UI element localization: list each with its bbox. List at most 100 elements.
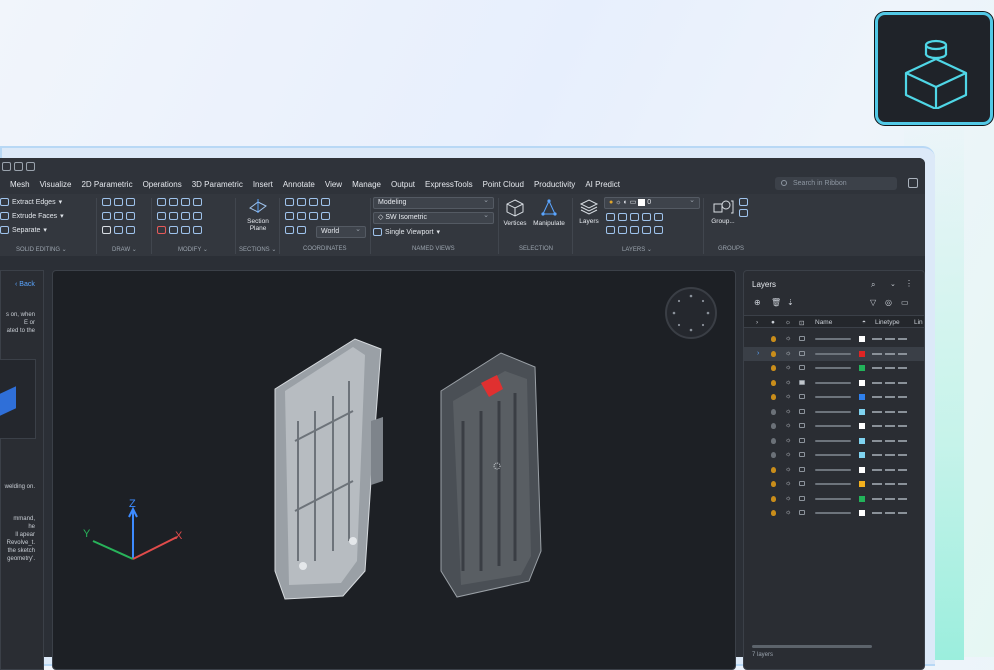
layer-freeze-icon[interactable]: ☼ [785, 393, 791, 400]
manipulate-button[interactable]: Manipulate [531, 198, 567, 227]
viewport-config-button[interactable]: Single Viewport ▾ [373, 228, 440, 236]
ribbon-tab[interactable]: AI Predict [585, 180, 620, 189]
separate-button[interactable]: Separate ▾ [0, 226, 47, 234]
layer-freeze-icon[interactable]: ☼ [785, 364, 791, 371]
extract-edges-button[interactable]: Extract Edges ▾ [0, 198, 62, 206]
ribbon-tab[interactable]: Manage [352, 180, 381, 189]
draw-tools-row[interactable] [102, 198, 135, 206]
layer-color-swatch[interactable] [859, 510, 865, 516]
ucs-tools-row[interactable] [285, 198, 330, 206]
layer-on-icon[interactable] [771, 466, 776, 473]
layer-tools-row[interactable] [606, 213, 663, 221]
layer-freeze-icon[interactable]: ☼ [785, 451, 791, 458]
section-plane-button[interactable]: Section Plane [241, 198, 275, 232]
draw-tools-row-3[interactable] [102, 226, 135, 234]
layer-color-swatch[interactable] [859, 379, 865, 386]
layer-row[interactable]: ☼ [744, 492, 924, 507]
layer-color-swatch[interactable] [859, 423, 865, 429]
layer-row[interactable]: ☼ [744, 405, 924, 420]
layer-color-swatch[interactable] [859, 408, 865, 415]
set-current-layer-icon[interactable]: ⇣ [787, 298, 794, 307]
layer-row[interactable]: ☼ [744, 477, 924, 492]
layer-lock-icon[interactable] [799, 408, 805, 414]
layer-lock-icon[interactable] [799, 350, 805, 356]
layer-on-icon[interactable] [771, 510, 776, 516]
ribbon-search-input[interactable]: Search in Ribbon [775, 177, 897, 190]
quick-save-icon[interactable] [14, 161, 23, 171]
layer-lock-icon[interactable] [799, 437, 805, 443]
workspace-select[interactable]: Modeling [373, 196, 494, 209]
layers-panel-collapse-icon[interactable]: ⌄ [890, 280, 896, 288]
layer-lock-icon[interactable] [799, 495, 805, 501]
layer-on-icon[interactable] [771, 423, 776, 429]
layer-settings-icon[interactable]: ▭ [901, 298, 909, 307]
layer-color-swatch[interactable] [859, 365, 865, 371]
quick-print-icon[interactable] [26, 161, 35, 171]
layer-row[interactable]: ☼ [744, 463, 924, 478]
layer-on-icon[interactable] [771, 336, 776, 342]
layer-lock-icon[interactable] [799, 365, 805, 370]
layer-linetype[interactable] [872, 497, 907, 500]
modify-tools-row-3[interactable] [157, 226, 202, 234]
ribbon-tab[interactable]: View [325, 180, 342, 189]
layer-freeze-icon[interactable]: ☼ [785, 466, 791, 473]
layer-freeze-icon[interactable]: ☼ [785, 350, 791, 357]
layer-on-icon[interactable] [771, 394, 776, 400]
layer-row[interactable]: ☼ [744, 332, 924, 347]
layer-lock-icon[interactable] [799, 423, 805, 428]
layer-row[interactable]: ☼ [744, 506, 924, 521]
ribbon-tab[interactable]: ExpressTools [425, 180, 473, 189]
modify-tools-row[interactable] [157, 198, 202, 206]
group-button[interactable]: Group... [706, 198, 740, 225]
layer-linetype[interactable] [872, 425, 907, 427]
layer-on-icon[interactable] [771, 452, 776, 458]
ribbon-tab[interactable]: Productivity [534, 180, 575, 189]
layer-freeze-icon[interactable]: ☼ [785, 408, 791, 415]
extrude-faces-button[interactable]: Extrude Faces ▾ [0, 212, 64, 220]
vertices-button[interactable]: Vertices [501, 198, 529, 227]
ribbon-tab[interactable]: Point Cloud [483, 180, 524, 189]
modify-tools-row-2[interactable] [157, 212, 202, 220]
ribbon-tab[interactable]: Annotate [283, 180, 315, 189]
layer-row[interactable]: ☼ [744, 390, 924, 405]
layer-lock-icon[interactable] [799, 336, 805, 341]
horizontal-scrollbar[interactable] [752, 645, 872, 648]
back-link[interactable]: ‹ Back [15, 281, 35, 288]
layer-linetype[interactable] [872, 454, 907, 456]
layer-linetype[interactable] [872, 410, 907, 413]
layers-panel-search-icon[interactable]: ⌕ [871, 280, 875, 290]
layer-row[interactable]: ☼ [744, 376, 924, 391]
col-lineweight[interactable]: Lin [914, 319, 923, 326]
drawing-viewport[interactable]: Z Y X [52, 270, 736, 670]
named-view-select[interactable]: ◇ SW Isometric [373, 211, 494, 224]
layer-linetype[interactable] [872, 396, 907, 398]
layers-button[interactable]: Layers [575, 198, 603, 225]
layer-color-swatch[interactable] [859, 481, 865, 487]
layer-on-icon[interactable] [771, 437, 776, 444]
layer-lock-icon[interactable] [799, 466, 805, 472]
ucs-tools-row-2[interactable] [285, 212, 330, 220]
layer-freeze-icon[interactable]: ☼ [785, 335, 791, 342]
layer-lock-icon[interactable] [799, 481, 805, 486]
delete-layer-icon[interactable]: 🗑 [771, 298, 781, 307]
col-linetype[interactable]: Linetype [875, 319, 900, 326]
layer-freeze-icon[interactable]: ☼ [785, 480, 791, 487]
draw-tools-row-2[interactable] [102, 212, 135, 220]
layer-lock-icon[interactable] [799, 379, 805, 385]
layer-on-icon[interactable] [771, 495, 776, 502]
layer-row[interactable]: ☼ [744, 434, 924, 449]
layer-row[interactable]: ☼ [744, 419, 924, 434]
layer-color-swatch[interactable] [859, 437, 865, 444]
layer-on-icon[interactable] [771, 379, 776, 386]
layer-linetype[interactable] [872, 512, 907, 514]
layer-color-swatch[interactable] [859, 466, 865, 473]
ribbon-tab[interactable]: 3D Parametric [192, 180, 243, 189]
current-layer-select[interactable]: ● ☼ ◐ ▭ 0 [604, 196, 700, 209]
filter-icon[interactable]: ▽ [870, 298, 876, 307]
layer-linetype[interactable] [872, 468, 907, 471]
ribbon-toggle-icon[interactable] [908, 178, 918, 188]
ucs-tools-row-3[interactable] [285, 226, 306, 234]
layer-freeze-icon[interactable]: ☼ [785, 422, 791, 429]
layer-linetype[interactable] [872, 483, 907, 485]
layer-lock-icon[interactable] [799, 510, 805, 515]
